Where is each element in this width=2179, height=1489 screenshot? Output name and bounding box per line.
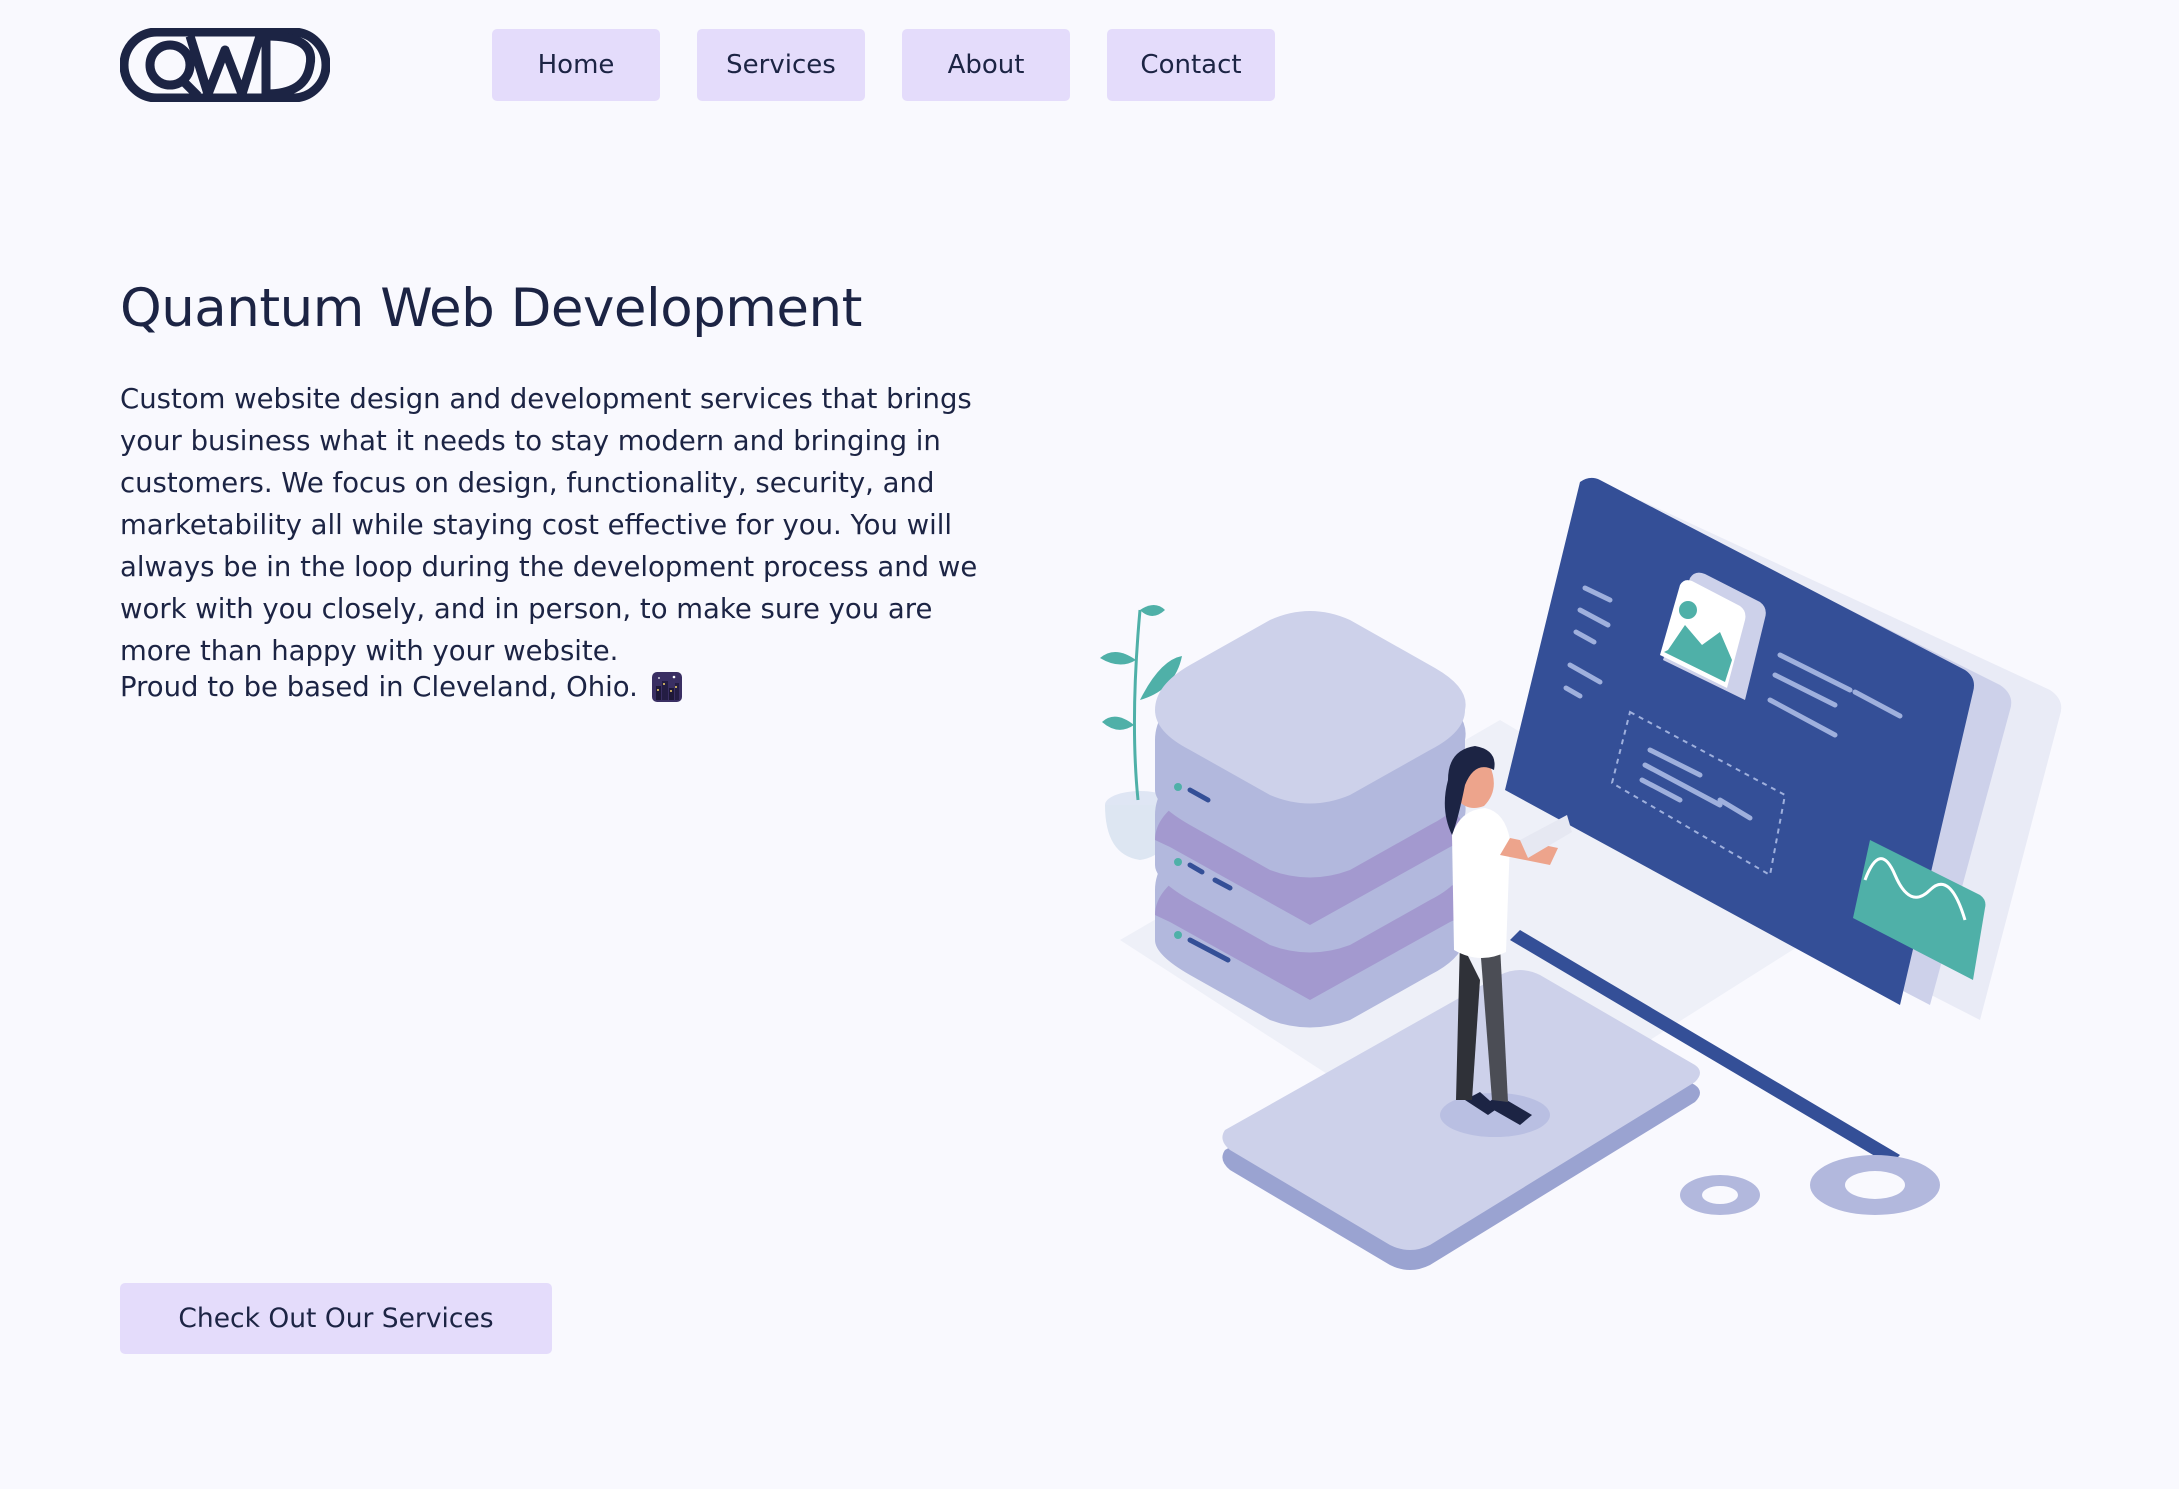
nav-contact-button[interactable]: Contact (1107, 29, 1275, 101)
location-line: Proud to be based in Cleveland, Ohio. (120, 666, 682, 708)
main-nav: Home Services About Contact (492, 29, 1275, 101)
hero-description: Custom website design and development se… (120, 383, 978, 667)
city-night-icon (651, 672, 682, 702)
nav-about-button[interactable]: About (902, 29, 1070, 101)
developer-illustration (1080, 460, 2080, 1360)
nav-services-button[interactable]: Services (697, 29, 865, 101)
page: Home Services About Contact Quantum Web … (0, 0, 2179, 1489)
location-text: Proud to be based in Cleveland, Ohio. (120, 671, 638, 703)
qwd-logo-icon (119, 27, 331, 103)
check-services-button[interactable]: Check Out Our Services (120, 1283, 552, 1354)
logo[interactable] (119, 27, 331, 103)
nav-home-button[interactable]: Home (492, 29, 660, 101)
page-title: Quantum Web Development (120, 278, 862, 339)
